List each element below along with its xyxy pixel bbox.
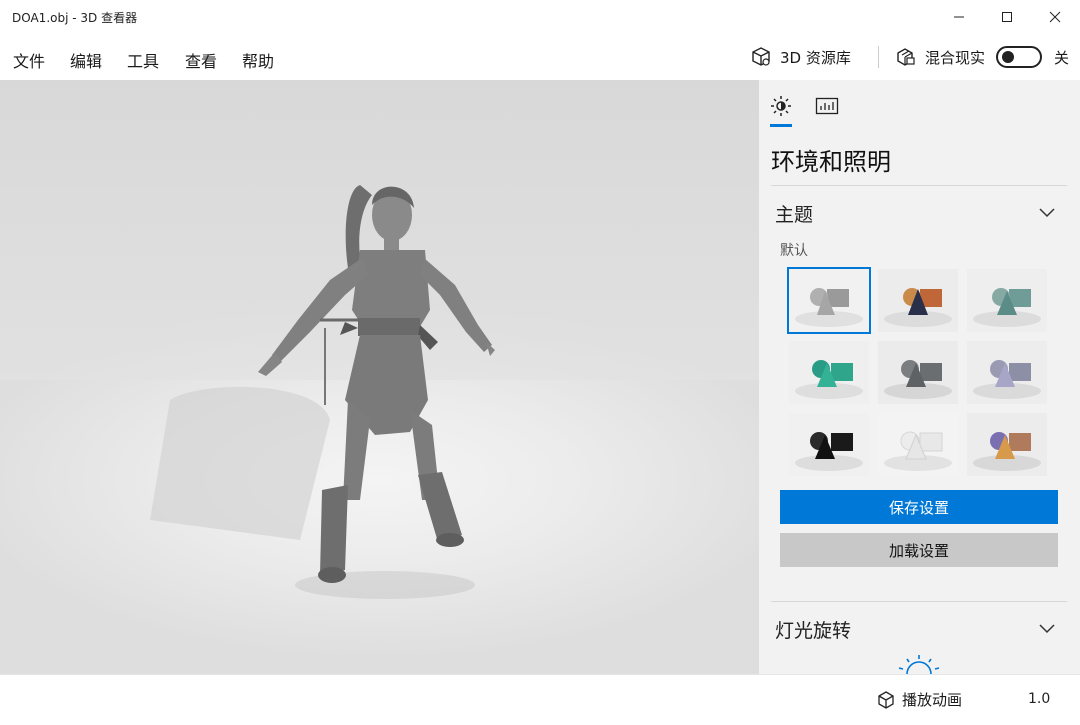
theme-gallery: [787, 267, 1049, 477]
environment-panel: 环境和照明 主题 默认 保存设置 加载设置 灯光旋转: [759, 80, 1080, 674]
light-sun-icon: [898, 655, 940, 674]
maximize-button[interactable]: [984, 0, 1030, 34]
theme-teal[interactable]: [787, 339, 871, 406]
close-button[interactable]: [1032, 0, 1078, 34]
minimize-button[interactable]: [936, 0, 982, 34]
maximize-icon: [1002, 12, 1012, 22]
theme-white[interactable]: [876, 411, 960, 478]
menu-edit[interactable]: 编辑: [70, 48, 102, 72]
light-rotation-heading[interactable]: 灯光旋转: [775, 616, 851, 643]
theme-lavender[interactable]: [965, 339, 1049, 406]
play-animation-label: 播放动画: [902, 691, 963, 709]
speed-readout: 1.0: [1028, 691, 1051, 707]
tab-statistics[interactable]: [815, 94, 839, 118]
menu-bar: 文件 编辑 工具 查看 帮助 3D 资源库 混合现实 关: [0, 34, 1080, 80]
mixed-reality-icon: [897, 48, 915, 66]
menu-file[interactable]: 文件: [13, 48, 45, 72]
minimize-icon: [954, 16, 964, 18]
window-title: DOA1.obj - 3D 查看器: [12, 11, 138, 25]
theme-default[interactable]: [787, 267, 871, 334]
3d-cube-icon: [752, 47, 770, 66]
menu-view[interactable]: 查看: [185, 48, 217, 72]
mixed-reality-button[interactable]: 混合现实: [895, 34, 985, 80]
mixed-reality-toggle[interactable]: [996, 46, 1042, 68]
menu-separator: [878, 46, 879, 68]
divider: [771, 601, 1067, 602]
3d-library-button[interactable]: 3D 资源库: [750, 34, 851, 80]
menu-help[interactable]: 帮助: [242, 48, 274, 72]
load-settings-button[interactable]: 加载设置: [780, 533, 1058, 567]
divider: [771, 185, 1067, 186]
play-animation-button[interactable]: 播放动画: [876, 689, 962, 710]
theme-dark-grey[interactable]: [876, 339, 960, 406]
theme-teal-soft[interactable]: [965, 267, 1049, 334]
sun-icon: [771, 96, 791, 116]
bottom-bar: 播放动画 1.0: [0, 674, 1080, 725]
theme-black[interactable]: [787, 411, 871, 478]
panel-title: 环境和照明: [771, 148, 891, 176]
3d-model-figure[interactable]: [0, 80, 759, 674]
menu-tools[interactable]: 工具: [127, 48, 159, 72]
theme-sunset[interactable]: [965, 411, 1049, 478]
chevron-down-icon[interactable]: [1039, 204, 1055, 220]
toggle-state-label: 关: [1054, 49, 1070, 67]
active-tab-indicator: [770, 124, 792, 127]
3d-library-label: 3D 资源库: [780, 48, 851, 67]
selected-theme-name: 默认: [780, 243, 808, 259]
tab-environment[interactable]: [769, 94, 793, 118]
3d-animation-icon: [878, 690, 894, 709]
close-icon: [1049, 11, 1061, 23]
theme-section-heading[interactable]: 主题: [775, 200, 813, 227]
mixed-reality-label: 混合现实: [925, 48, 986, 67]
toggle-knob: [1002, 51, 1014, 63]
save-settings-button[interactable]: 保存设置: [780, 490, 1058, 524]
3d-viewport[interactable]: [0, 80, 759, 674]
stats-icon: [815, 97, 839, 115]
chevron-down-icon[interactable]: [1039, 620, 1055, 636]
theme-warm-orange[interactable]: [876, 267, 960, 334]
title-bar: DOA1.obj - 3D 查看器: [0, 0, 1080, 34]
